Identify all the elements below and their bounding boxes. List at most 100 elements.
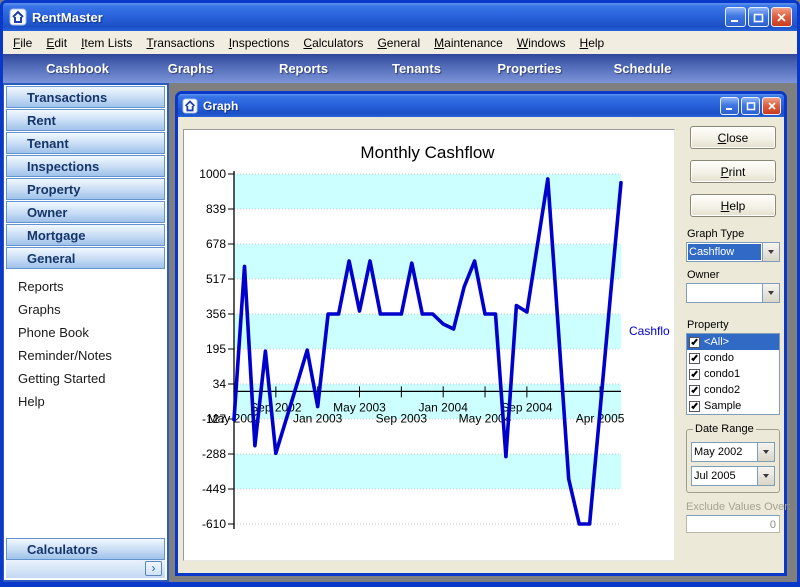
- nav-toolbar-item[interactable]: Properties: [473, 61, 586, 76]
- print-button[interactable]: Print: [690, 160, 776, 183]
- date-range-label: Date Range: [693, 423, 756, 435]
- property-item-label: condo1: [704, 368, 740, 380]
- sidebar-section-button[interactable]: Tenant: [6, 132, 165, 154]
- svg-text:356: 356: [206, 307, 226, 321]
- menu-item[interactable]: General: [370, 33, 427, 53]
- svg-text:-288: -288: [202, 447, 226, 461]
- nav-toolbar: CashbookGraphsReportsTenantsPropertiesSc…: [3, 54, 797, 83]
- property-list-item[interactable]: <All>: [687, 334, 779, 350]
- svg-text:1000: 1000: [199, 167, 226, 181]
- menu-bar: FileEditItem ListsTransactionsInspection…: [3, 31, 797, 54]
- date-from-select[interactable]: May 2002: [691, 442, 775, 462]
- sidebar-link[interactable]: Help: [4, 390, 167, 413]
- menu-item[interactable]: Item Lists: [74, 33, 139, 53]
- close-icon[interactable]: [762, 97, 781, 115]
- sidebar-link[interactable]: Reminder/Notes: [4, 344, 167, 367]
- svg-text:-449: -449: [202, 482, 226, 496]
- checkbox-icon[interactable]: [689, 369, 700, 380]
- graph-window-client: 100083967851735619534-127-288-449-610May…: [178, 117, 784, 573]
- chevron-down-icon[interactable]: [757, 443, 774, 461]
- exclude-values-input[interactable]: 0: [686, 515, 780, 533]
- sidebar-expand-button[interactable]: ›: [145, 561, 162, 576]
- main-titlebar: RentMaster: [3, 3, 797, 31]
- svg-text:839: 839: [206, 202, 226, 216]
- menu-item[interactable]: Edit: [39, 33, 74, 53]
- nav-toolbar-item[interactable]: Reports: [247, 61, 360, 76]
- property-item-label: condo2: [704, 384, 740, 396]
- sidebar-bottom-strip: ›: [6, 560, 165, 578]
- graph-window-titlebar[interactable]: Graph: [178, 94, 784, 117]
- sidebar-link[interactable]: Phone Book: [4, 321, 167, 344]
- sidebar-spacer: [4, 413, 167, 537]
- svg-text:678: 678: [206, 237, 226, 251]
- app-title: RentMaster: [32, 10, 725, 25]
- graph-type-select[interactable]: Cashflow: [686, 242, 780, 262]
- nav-toolbar-item[interactable]: Schedule: [586, 61, 699, 76]
- sidebar-link[interactable]: Getting Started: [4, 367, 167, 390]
- property-item-label: condo: [704, 352, 734, 364]
- svg-text:34: 34: [213, 377, 227, 391]
- checkbox-icon[interactable]: [689, 353, 700, 364]
- sidebar-section-button[interactable]: Transactions: [6, 86, 165, 108]
- sidebar-section-button[interactable]: Mortgage: [6, 224, 165, 246]
- checkbox-icon[interactable]: [689, 385, 700, 396]
- sidebar-section-button[interactable]: Owner: [6, 201, 165, 223]
- menu-item[interactable]: Help: [573, 33, 612, 53]
- checkbox-icon[interactable]: [689, 401, 700, 412]
- graph-window: Graph 100083967851735619534-127-288-449-…: [175, 91, 787, 576]
- svg-text:517: 517: [206, 272, 226, 286]
- menu-item[interactable]: Calculators: [296, 33, 370, 53]
- property-item-label: <All>: [704, 336, 729, 348]
- close-icon[interactable]: [771, 7, 792, 27]
- close-button[interactable]: Close: [690, 126, 776, 149]
- minimize-icon[interactable]: [725, 7, 746, 27]
- property-label: Property: [687, 319, 780, 331]
- owner-select[interactable]: [686, 283, 780, 303]
- svg-text:-610: -610: [202, 517, 226, 531]
- owner-label: Owner: [687, 269, 780, 281]
- checkbox-icon[interactable]: [689, 337, 700, 348]
- sidebar-section-button[interactable]: Inspections: [6, 155, 165, 177]
- sidebar-link[interactable]: Graphs: [4, 298, 167, 321]
- chevron-down-icon[interactable]: [762, 284, 779, 302]
- exclude-values-label: Exclude Values Over:: [686, 501, 780, 513]
- chevron-down-icon[interactable]: [757, 467, 774, 485]
- sidebar-section-button[interactable]: Property: [6, 178, 165, 200]
- main-window: RentMaster FileEditItem ListsTransaction…: [0, 0, 800, 587]
- date-from-value: May 2002: [692, 443, 757, 461]
- sidebar-section-button[interactable]: General: [6, 247, 165, 269]
- sidebar-section-button[interactable]: Rent: [6, 109, 165, 131]
- svg-text:Cashflo: Cashflo: [629, 324, 670, 338]
- nav-toolbar-item[interactable]: Tenants: [360, 61, 473, 76]
- date-to-value: Jul 2005: [692, 467, 757, 485]
- cashflow-chart: 100083967851735619534-127-288-449-610May…: [184, 130, 674, 560]
- date-to-select[interactable]: Jul 2005: [691, 466, 775, 486]
- svg-text:Monthly Cashflow: Monthly Cashflow: [360, 143, 495, 162]
- date-range-group: Date Range May 2002 Jul 2005: [686, 423, 780, 493]
- svg-text:195: 195: [206, 342, 226, 356]
- maximize-icon[interactable]: [748, 7, 769, 27]
- nav-toolbar-item[interactable]: Cashbook: [21, 61, 134, 76]
- rentmaster-logo-icon: [9, 8, 27, 26]
- mdi-area: Graph 100083967851735619534-127-288-449-…: [169, 83, 797, 582]
- sidebar: TransactionsRentTenantInspectionsPropert…: [3, 83, 169, 582]
- property-list-item[interactable]: condo1: [687, 366, 779, 382]
- menu-item[interactable]: Inspections: [222, 33, 297, 53]
- menu-item[interactable]: Windows: [510, 33, 573, 53]
- rentmaster-logo-icon: [182, 98, 198, 114]
- property-list-item[interactable]: Sample: [687, 398, 779, 414]
- property-list-item[interactable]: condo: [687, 350, 779, 366]
- owner-value: [687, 284, 762, 302]
- menu-item[interactable]: Transactions: [139, 33, 221, 53]
- minimize-icon[interactable]: [720, 97, 739, 115]
- sidebar-link[interactable]: Reports: [4, 275, 167, 298]
- sidebar-sections: TransactionsRentTenantInspectionsPropert…: [4, 85, 167, 269]
- help-button[interactable]: Help: [690, 194, 776, 217]
- sidebar-section-button-calculators[interactable]: Calculators: [6, 538, 165, 560]
- menu-item[interactable]: File: [6, 33, 39, 53]
- chevron-down-icon[interactable]: [762, 243, 779, 261]
- property-list-item[interactable]: condo2: [687, 382, 779, 398]
- menu-item[interactable]: Maintenance: [427, 33, 510, 53]
- nav-toolbar-item[interactable]: Graphs: [134, 61, 247, 76]
- maximize-icon[interactable]: [741, 97, 760, 115]
